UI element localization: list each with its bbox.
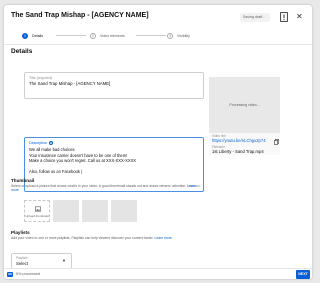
description-line: Make a choice you won't regret. Call us …: [29, 158, 137, 164]
save-status-badge: Saving draft...: [240, 13, 270, 22]
details-heading: Details: [11, 48, 33, 55]
dialog-footer: HD 5% processed NEXT: [4, 268, 312, 279]
playlists-learn-more-link[interactable]: Learn more: [154, 236, 171, 240]
dialog-header: The Sand Trap Mishap - [AGENCY NAME] Sav…: [4, 5, 312, 27]
step-label: Details: [32, 33, 43, 38]
save-status-text: Saving draft...: [243, 15, 266, 19]
step-connector: [136, 35, 166, 36]
processing-status: Processing video...: [229, 103, 260, 107]
filename-value: 1st Liberty - Sand Trap.mp4: [212, 149, 264, 154]
description-text: We all make bad choices. Your insurance …: [29, 147, 136, 175]
next-button[interactable]: NEXT: [296, 270, 310, 279]
processing-progress: 5% processed: [16, 272, 41, 276]
playlists-select-label: Playlists: [16, 256, 28, 260]
step-label: Visibility: [177, 33, 190, 38]
dialog-title: The Sand Trap Mishap - [AGENCY NAME]: [11, 12, 149, 19]
step-visibility[interactable]: 3 Visibility: [167, 33, 190, 39]
step-number: 2: [90, 33, 96, 39]
thumbnail-option[interactable]: [111, 200, 137, 222]
copy-icon[interactable]: [274, 139, 279, 145]
step-number: 3: [167, 33, 173, 39]
step-connector: [56, 35, 86, 36]
step-label: Video elements: [100, 33, 125, 38]
step-video-elements[interactable]: 2 Video elements: [90, 33, 125, 39]
description-field-label: Description?: [29, 141, 53, 145]
video-preview: Processing video...: [209, 77, 280, 133]
title-field-value: The Sand Trap Mishap - [AGENCY NAME]: [29, 81, 111, 86]
step-number: 1: [22, 33, 28, 39]
help-icon[interactable]: ?: [48, 141, 53, 145]
thumbnail-option[interactable]: [82, 200, 108, 222]
playlists-select[interactable]: Playlists Select ▼: [11, 253, 72, 269]
image-upload-icon: [35, 206, 41, 212]
chevron-down-icon: ▼: [62, 258, 66, 263]
title-field-label: Title (required): [29, 76, 53, 80]
description-label-text: Description: [29, 141, 47, 145]
step-details[interactable]: 1 Details: [22, 33, 43, 39]
video-info: Video link https://youtu.be/nLChgv2p74 F…: [209, 133, 280, 155]
playlists-description: Add your video to one or more playlists.…: [11, 236, 201, 240]
thumbnail-heading: Thumbnail: [11, 178, 35, 183]
alert-icon[interactable]: [280, 12, 288, 22]
hd-badge-icon: HD: [7, 272, 13, 277]
upload-thumbnail-label: Upload thumbnail: [25, 214, 49, 218]
playlists-heading: Playlists: [11, 230, 30, 235]
playlists-select-value: Select: [16, 261, 28, 266]
upload-dialog: The Sand Trap Mishap - [AGENCY NAME] Sav…: [4, 5, 312, 279]
upload-stepper: 1 Details 2 Video elements 3 Visibility: [4, 27, 312, 45]
thumbnail-text: Select or upload a picture that shows wh…: [11, 184, 187, 188]
title-field[interactable]: Title (required) The Sand Trap Mishap - …: [24, 72, 204, 99]
thumbnail-option[interactable]: [53, 200, 79, 222]
close-icon[interactable]: ✕: [296, 13, 303, 21]
playlists-text: Add your video to one or more playlists.…: [11, 236, 154, 240]
video-link[interactable]: https://youtu.be/nLChgv2p74: [212, 138, 266, 143]
thumbnail-description: Select or upload a picture that shows wh…: [11, 184, 201, 193]
description-line: Also, follow us on Facebook |: [29, 169, 83, 175]
upload-thumbnail-button[interactable]: Upload thumbnail: [24, 200, 50, 222]
